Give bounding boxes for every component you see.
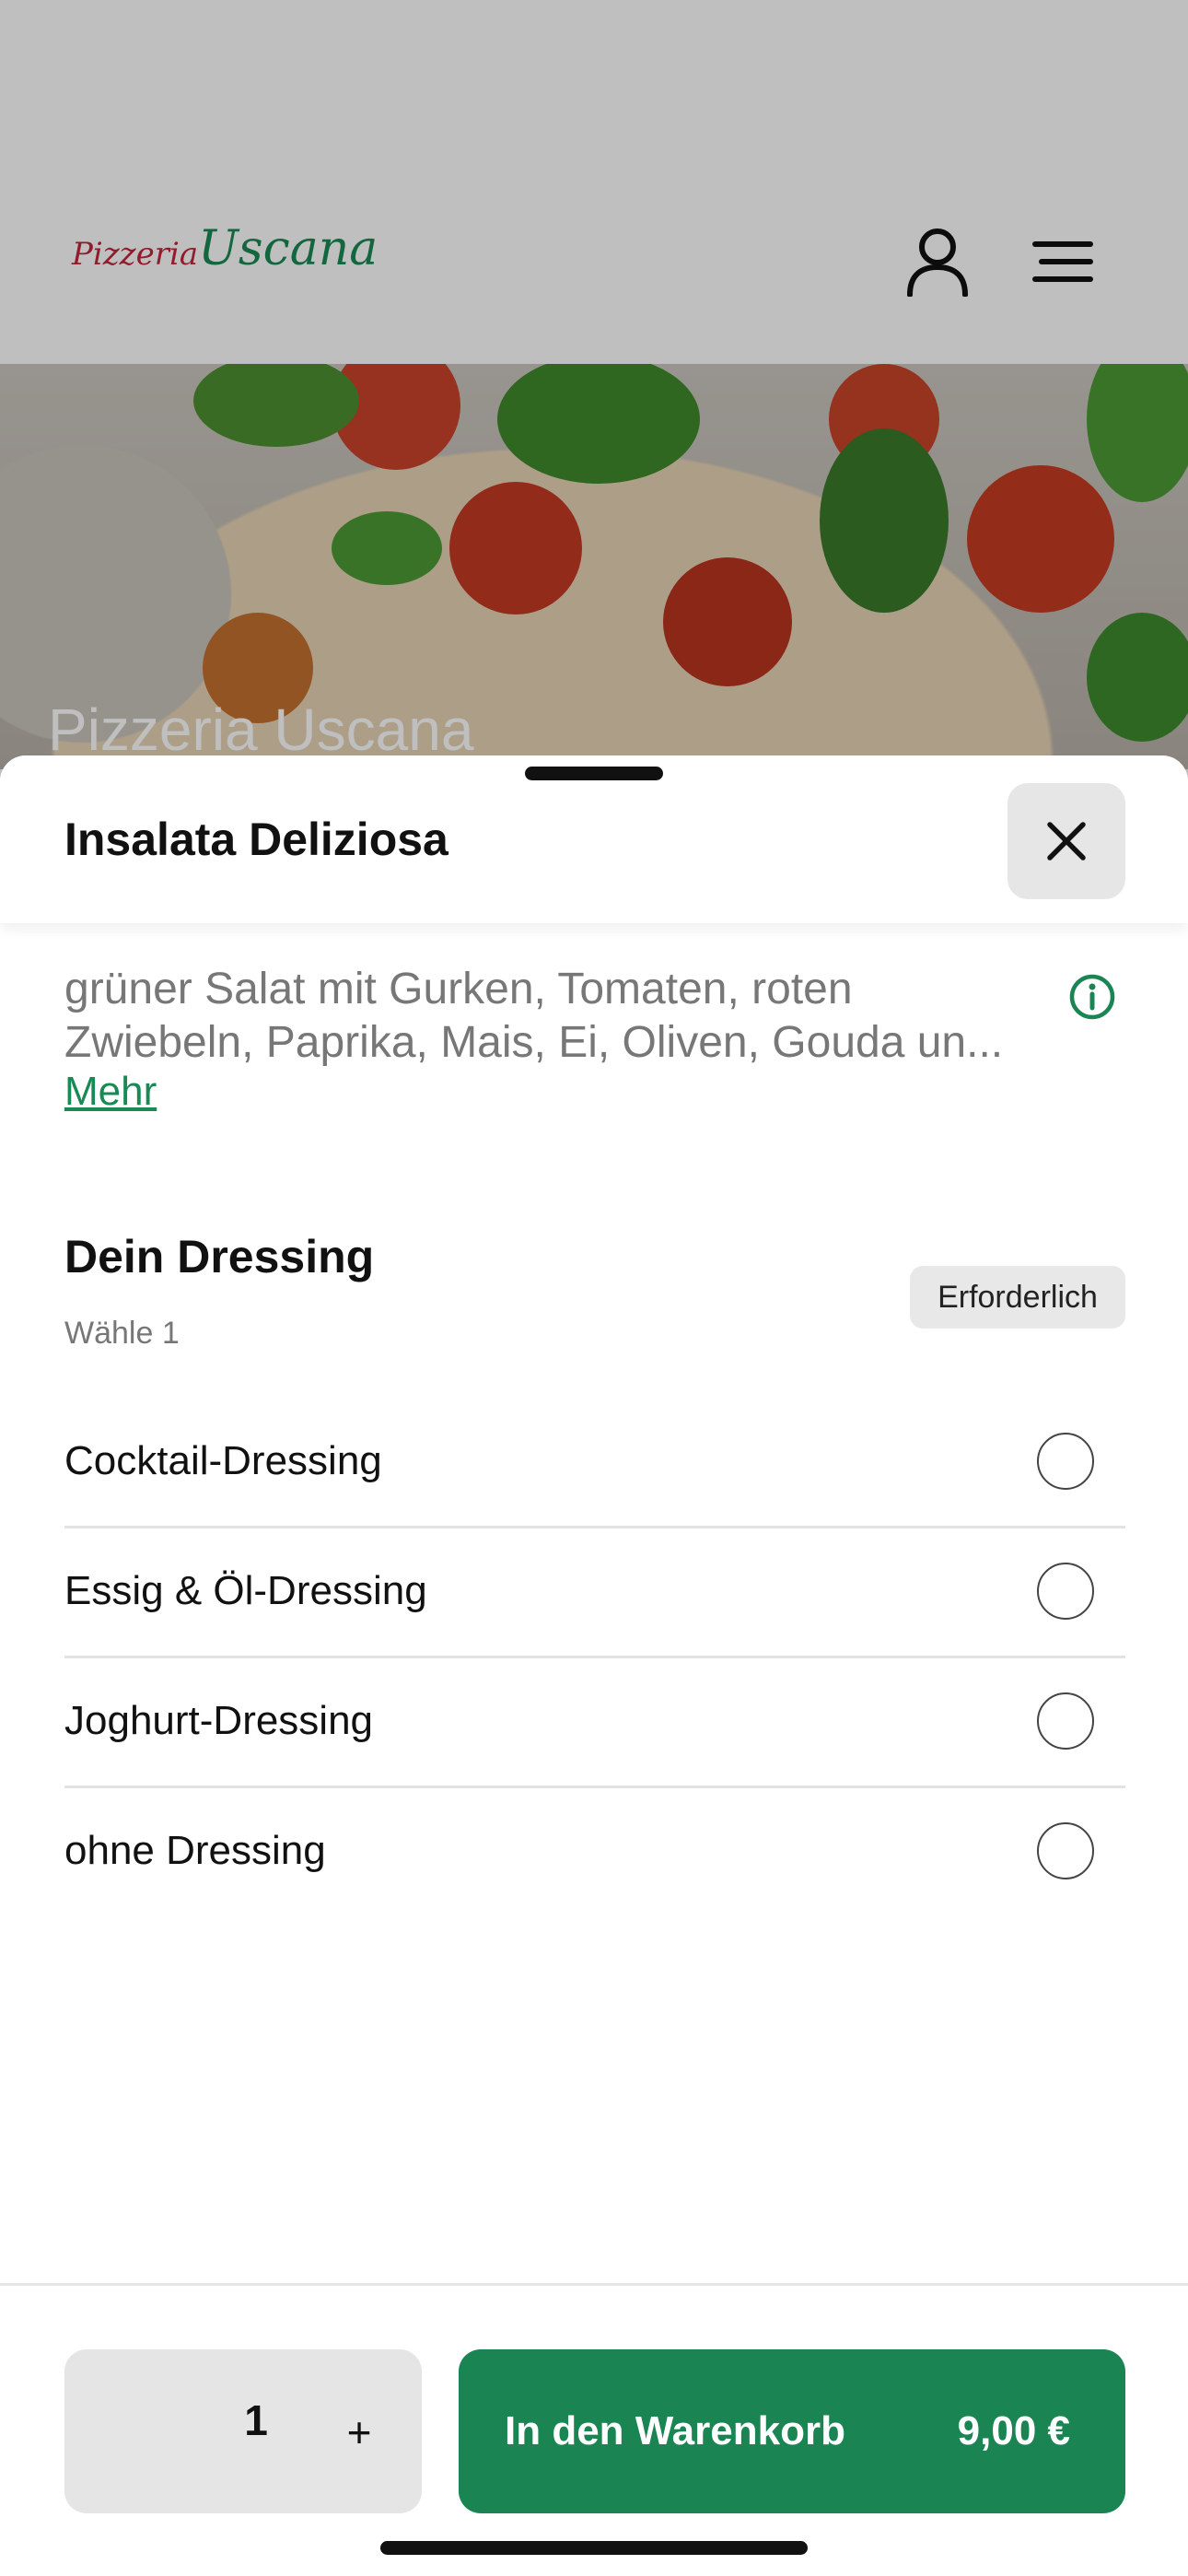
add-to-cart-button[interactable]: In den Warenkorb 9,00 € <box>459 2349 1125 2513</box>
radio-button[interactable] <box>1037 1562 1094 1620</box>
required-badge: Erforderlich <box>910 1266 1125 1329</box>
product-description: grüner Salat mit Gurken, Tomaten, roten … <box>64 963 1059 1070</box>
option-label: Joghurt-Dressing <box>64 1697 374 1743</box>
option-row[interactable]: Cocktail-Dressing <box>64 1396 1125 1526</box>
description-line-2: Zwiebeln, Paprika, Mais, Ei, Oliven, Gou… <box>64 1018 1004 1067</box>
option-row[interactable]: ohne Dressing <box>64 1786 1125 1915</box>
dressing-section-title: Dein Dressing <box>64 1231 375 1282</box>
radio-button[interactable] <box>1037 1692 1094 1750</box>
option-label: ohne Dressing <box>64 1827 326 1873</box>
increment-button[interactable]: + <box>322 2386 396 2478</box>
home-indicator <box>380 2541 808 2555</box>
quantity-value: 1 <box>244 2396 268 2444</box>
product-title: Insalata Deliziosa <box>64 814 448 865</box>
quantity-stepper: 1 + <box>64 2349 422 2513</box>
option-label: Essig & Öl-Dressing <box>64 1567 427 1613</box>
radio-button[interactable] <box>1037 1432 1094 1490</box>
sheet-header: Insalata Deliziosa <box>0 755 1188 923</box>
radio-button[interactable] <box>1037 1821 1094 1879</box>
page: Pizzeria Uscana Pizzeria Uscana Insalata… <box>0 0 1188 2576</box>
close-button[interactable] <box>1007 783 1125 899</box>
sheet-grabber[interactable] <box>525 767 663 780</box>
footer-divider <box>0 2283 1188 2286</box>
info-icon[interactable] <box>1068 973 1116 1021</box>
option-row[interactable]: Joghurt-Dressing <box>64 1656 1125 1786</box>
add-to-cart-label: In den Warenkorb <box>505 2408 845 2453</box>
option-row[interactable]: Essig & Öl-Dressing <box>64 1526 1125 1656</box>
price-label: 9,00 € <box>957 2408 1070 2453</box>
description-line-1: grüner Salat mit Gurken, Tomaten, roten <box>64 965 853 1013</box>
more-link[interactable]: Mehr <box>64 1069 157 1115</box>
close-icon <box>1047 822 1086 861</box>
product-sheet: Insalata Deliziosa grüner Salat mit Gurk… <box>0 755 1188 2576</box>
dressing-section-subtitle: Wähle 1 <box>64 1316 180 1351</box>
option-label: Cocktail-Dressing <box>64 1437 382 1483</box>
